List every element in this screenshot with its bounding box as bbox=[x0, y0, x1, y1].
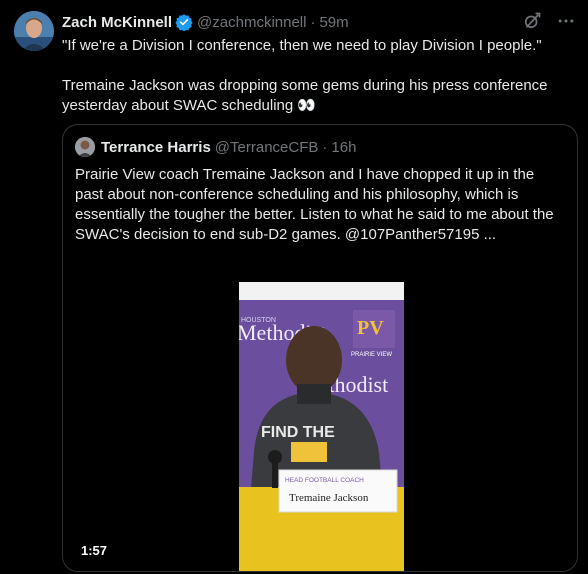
grok-icon[interactable] bbox=[522, 11, 542, 31]
video-frame[interactable]: HOUSTON Methodist PV PRAIRIE VIEW Method… bbox=[239, 282, 404, 571]
header-actions bbox=[522, 11, 576, 31]
quoted-tweet-text: Prairie View coach Tremaine Jackson and … bbox=[75, 166, 554, 243]
pv-logo-text: PV bbox=[357, 317, 384, 339]
quoted-tweet-header: Terrance Harris @TerranceCFB · 16h bbox=[75, 137, 356, 157]
tweet-time[interactable]: 59m bbox=[319, 14, 348, 31]
author-avatar[interactable] bbox=[14, 11, 54, 51]
separator-dot: · bbox=[310, 13, 316, 31]
quoted-author-handle[interactable]: @TerranceCFB bbox=[215, 139, 319, 156]
nameplate-title: HEAD FOOTBALL COACH bbox=[285, 477, 364, 484]
tweet-text-line2: Tremaine Jackson was dropping some gems … bbox=[62, 77, 548, 114]
quoted-author-avatar[interactable] bbox=[75, 137, 95, 157]
quoted-separator-dot: · bbox=[322, 138, 328, 156]
nameplate-name: Tremaine Jackson bbox=[289, 492, 369, 504]
pv-logo-sub: PRAIRIE VIEW bbox=[351, 352, 392, 358]
quoted-author-name[interactable]: Terrance Harris bbox=[101, 139, 211, 156]
shirt-text: FIND THE bbox=[261, 424, 335, 441]
more-icon[interactable] bbox=[556, 11, 576, 31]
tweet-text-line1: "If we're a Division I conference, then … bbox=[62, 37, 542, 54]
video-player[interactable]: HOUSTON Methodist PV PRAIRIE VIEW Method… bbox=[63, 268, 577, 571]
tweet[interactable]: Zach McKinnell @zachmckinnell · 59m "If … bbox=[0, 0, 588, 574]
video-duration: 1:57 bbox=[75, 541, 114, 560]
author-handle[interactable]: @zachmckinnell bbox=[197, 14, 306, 31]
tweet-text: "If we're a Division I conference, then … bbox=[62, 36, 572, 116]
quoted-tweet-time[interactable]: 16h bbox=[331, 139, 356, 156]
verified-badge-icon bbox=[175, 13, 193, 32]
quoted-tweet[interactable]: Terrance Harris @TerranceCFB · 16h Prair… bbox=[62, 124, 578, 572]
tweet-header: Zach McKinnell @zachmckinnell · 59m bbox=[62, 11, 576, 33]
author-name[interactable]: Zach McKinnell bbox=[62, 14, 172, 31]
